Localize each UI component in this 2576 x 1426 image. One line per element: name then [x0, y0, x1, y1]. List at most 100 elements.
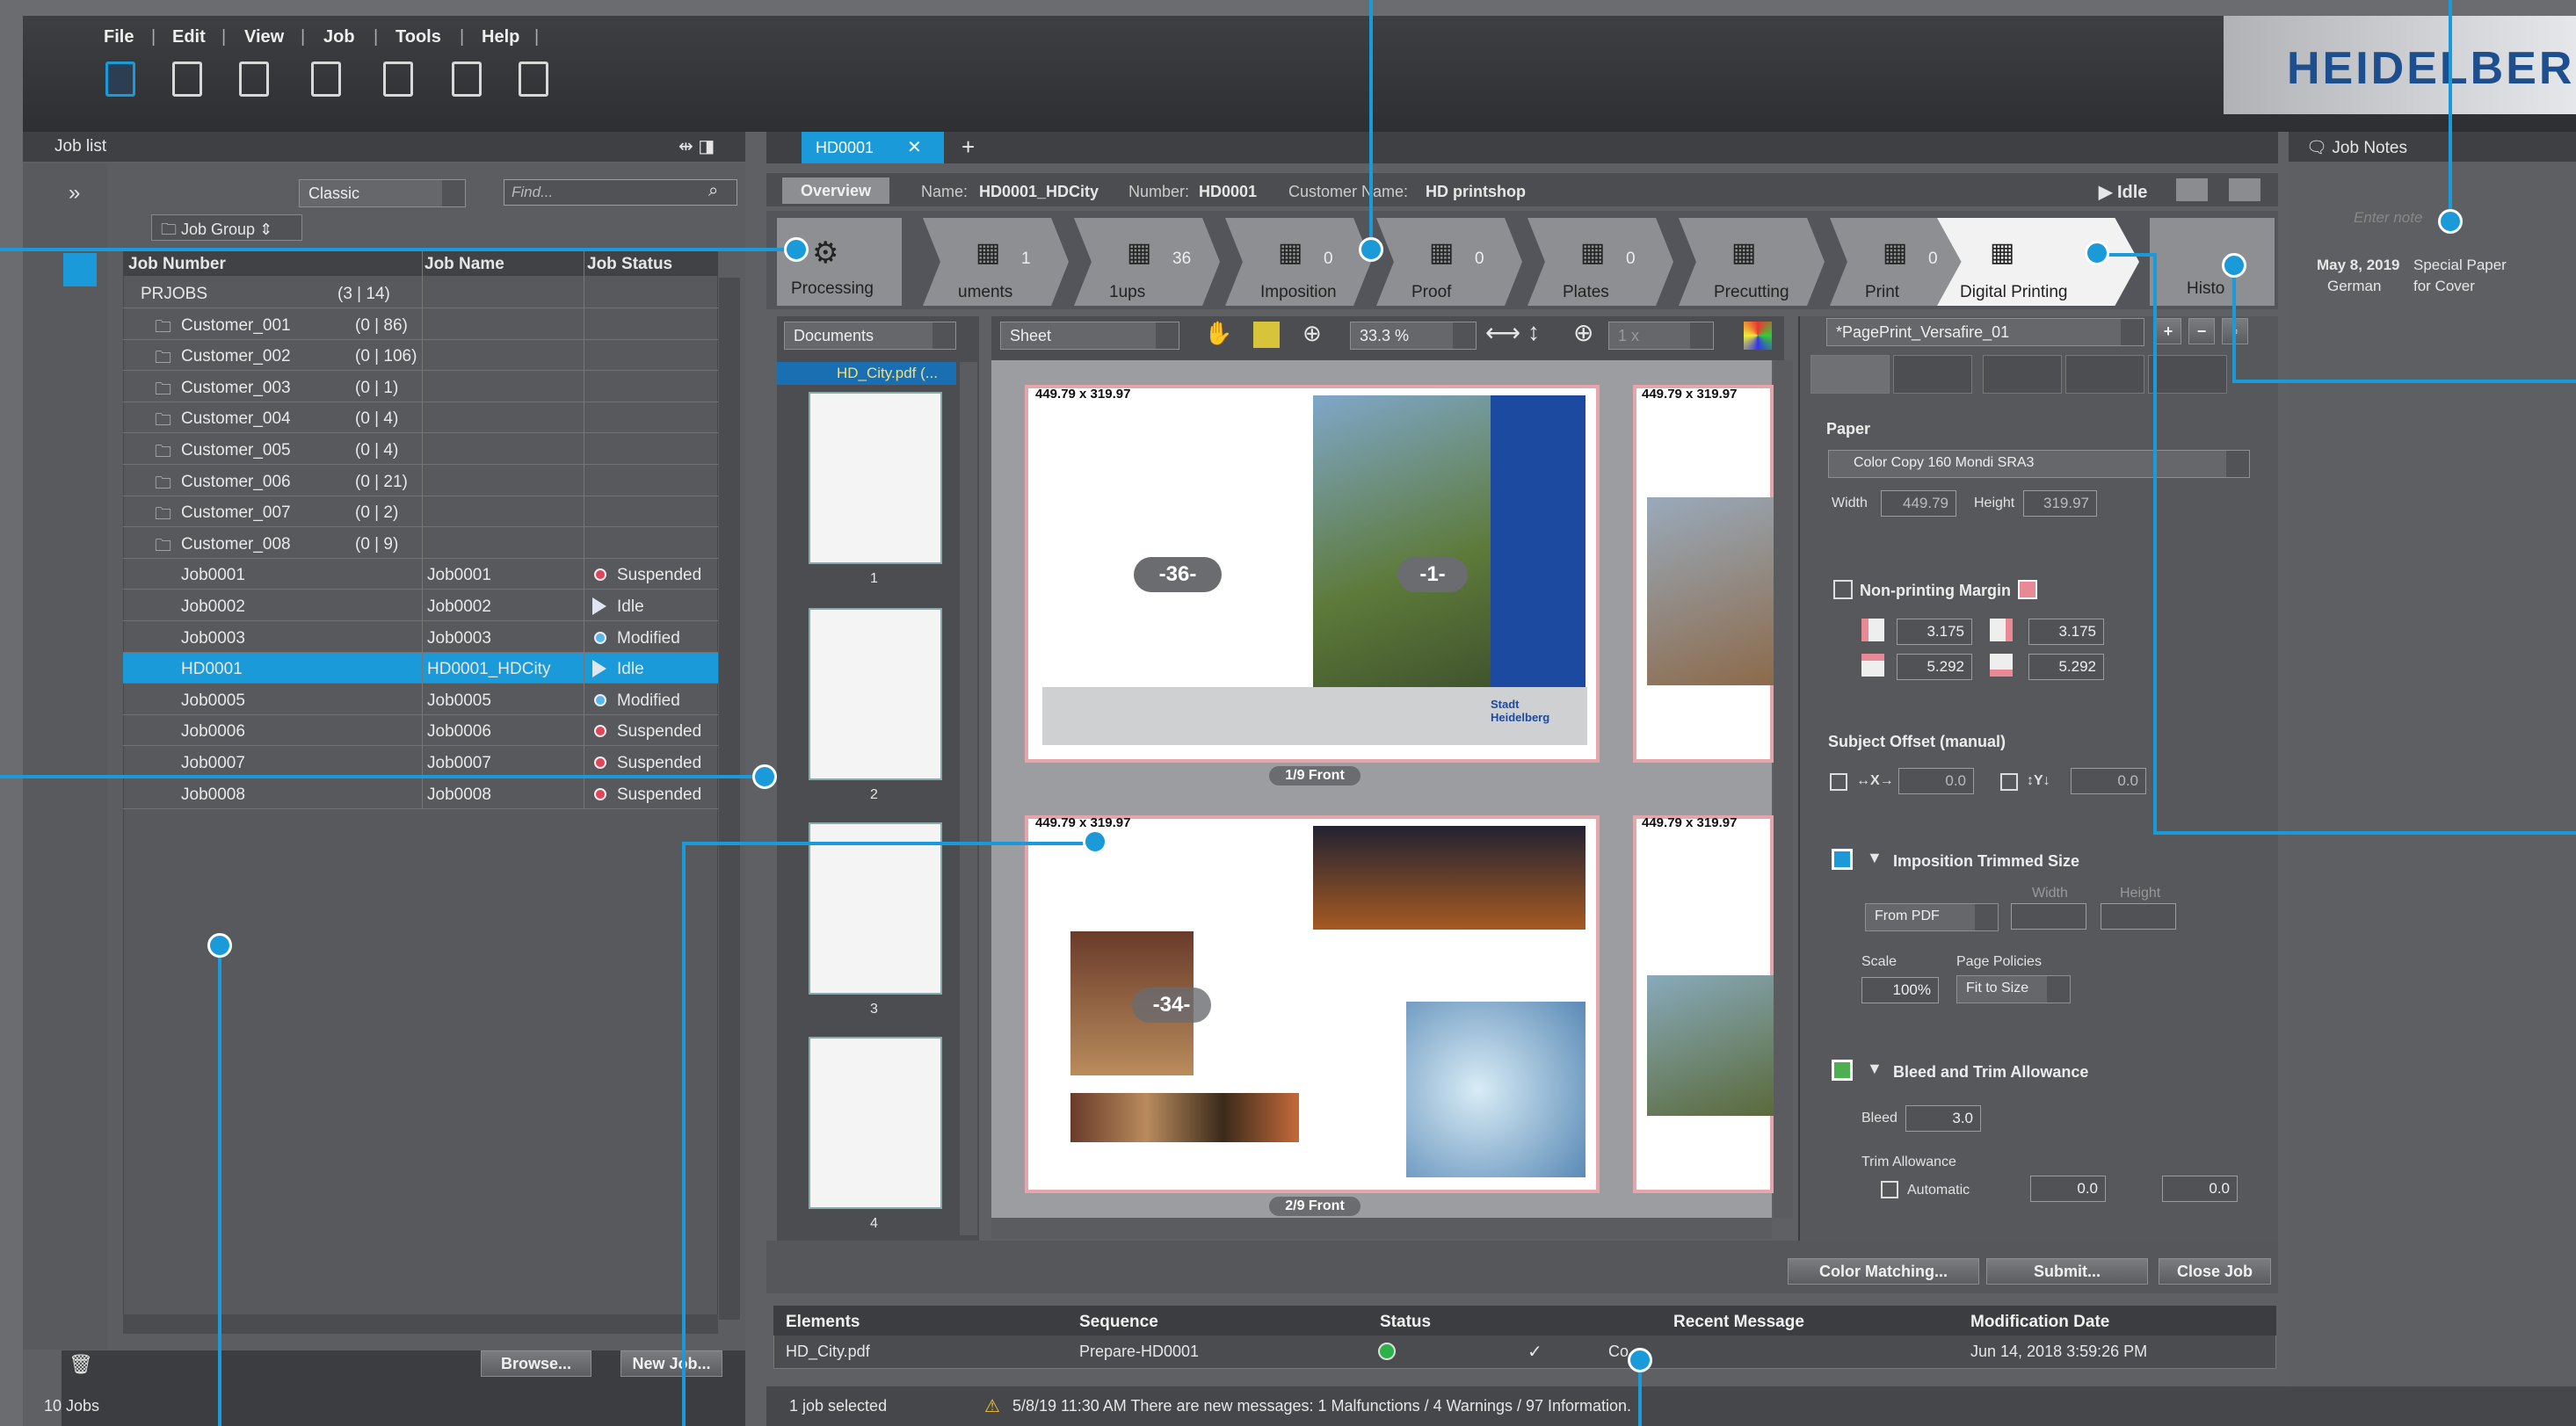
remove-preset-button[interactable]: −	[2188, 318, 2215, 344]
trim-width-field[interactable]	[2011, 903, 2086, 930]
offset-x-checkbox[interactable]	[1830, 773, 1847, 791]
margin-bottom-field[interactable]: 5.292	[2028, 654, 2104, 680]
printer-settings-icon[interactable]	[311, 62, 341, 97]
tab-output-icon[interactable]	[2148, 355, 2227, 394]
menu-help[interactable]: Help	[482, 27, 519, 47]
color-separations-icon[interactable]	[1744, 322, 1772, 350]
bleed-expand-icon[interactable]: ▼	[1867, 1060, 1883, 1078]
menu-job[interactable]: Job	[323, 27, 355, 47]
job-list-view-icon[interactable]	[105, 62, 135, 97]
trash-icon[interactable]: 🗑	[69, 1353, 93, 1376]
page-thumbnail-1[interactable]	[809, 392, 942, 564]
color-matching-button[interactable]: Color Matching...	[1788, 1258, 1979, 1285]
col-sequence[interactable]: Sequence	[1079, 1313, 1158, 1341]
tab-color-icon[interactable]	[2065, 355, 2144, 394]
overview-button[interactable]: Overview	[782, 177, 889, 204]
job-group-row-prjobs[interactable]	[123, 278, 718, 308]
preset-dropdown[interactable]: *PagePrint_Versafire_01	[1826, 318, 2144, 346]
bleed-field[interactable]: 3.0	[1905, 1105, 1981, 1132]
documents-dropdown[interactable]: Documents	[784, 322, 956, 350]
margin-left-field[interactable]: 3.175	[1897, 619, 1972, 645]
copies-dropdown[interactable]: 1 x	[1608, 322, 1714, 350]
col-status[interactable]: Status	[1380, 1313, 1431, 1341]
browse-button[interactable]: Browse...	[481, 1350, 591, 1377]
documents-scrollbar[interactable]	[960, 362, 977, 1235]
customer-label: Customer_005	[181, 441, 291, 460]
viewer-hscroll[interactable]	[991, 1218, 1772, 1239]
viewer-vscroll[interactable]	[1774, 360, 1793, 1218]
tab-paper-icon[interactable]	[1810, 355, 1890, 394]
add-copy-icon[interactable]: ⊕	[1573, 318, 1593, 347]
page-thumbnail-4[interactable]	[809, 1037, 942, 1209]
trim-source-dropdown[interactable]: From PDF	[1865, 903, 1999, 931]
idle-icon	[592, 597, 606, 615]
note-input[interactable]: Enter note	[2354, 209, 2422, 227]
hand-tool-icon[interactable]: ✋	[1204, 320, 1232, 347]
scale-field[interactable]: 100%	[1861, 977, 1939, 1003]
start-button[interactable]	[2176, 178, 2208, 201]
add-preset-button[interactable]: +	[2155, 318, 2181, 344]
npm-collapse-toggle[interactable]	[1833, 580, 1853, 599]
offset-x-field[interactable]: 0.0	[1898, 768, 1974, 794]
menu-tools[interactable]: Tools	[395, 27, 441, 47]
menu-view[interactable]: View	[244, 27, 284, 47]
width-field[interactable]: 449.79	[1881, 490, 1956, 517]
expand-sidebar-icon[interactable]: »	[69, 181, 80, 206]
col-modification-date[interactable]: Modification Date	[1970, 1313, 2109, 1341]
page-policy-dropdown[interactable]: Fit to Size	[1956, 975, 2071, 1003]
fit-width-icon[interactable]: ⟷	[1485, 318, 1520, 347]
document-icon[interactable]	[452, 62, 482, 97]
bleed-toggle[interactable]	[1832, 1060, 1853, 1081]
zoom-icon[interactable]: ⊕	[1303, 320, 1322, 347]
close-job-button[interactable]: Close Job	[2159, 1258, 2271, 1285]
element-file[interactable]: HD_City.pdf	[786, 1343, 870, 1361]
height-field[interactable]: 319.97	[2023, 490, 2097, 517]
page-thumbnail-2[interactable]	[809, 608, 942, 780]
paper-title: Paper	[1826, 420, 1871, 438]
offset-y-checkbox[interactable]	[2000, 773, 2018, 791]
col-job-number[interactable]: Job Number	[128, 255, 226, 274]
tab-marks-icon[interactable]	[1983, 355, 2062, 394]
zoom-dropdown[interactable]: 33.3 %	[1350, 322, 1477, 350]
job-grid-scrollbar[interactable]	[719, 278, 740, 1320]
new-job-button[interactable]: New Job...	[620, 1350, 722, 1377]
col-elements[interactable]: Elements	[786, 1313, 860, 1341]
report-icon[interactable]	[519, 62, 548, 97]
col-job-status[interactable]: Job Status	[587, 255, 672, 274]
margin-right-field[interactable]: 3.175	[2028, 619, 2104, 645]
stop-button[interactable]	[2229, 178, 2260, 201]
npm-link-icon[interactable]	[2018, 580, 2037, 599]
page-thumbnail-3[interactable]	[809, 822, 942, 995]
offset-y-field[interactable]: 0.0	[2071, 768, 2146, 794]
find-input[interactable]: Find...	[504, 179, 737, 206]
menu-edit[interactable]: Edit	[172, 27, 206, 47]
view-dropdown[interactable]: Classic	[299, 179, 466, 207]
job-list-sidebar-icon[interactable]	[63, 253, 97, 286]
job-grid-hscroll[interactable]	[123, 1314, 718, 1334]
col-recent-message[interactable]: Recent Message	[1673, 1313, 1804, 1341]
fit-height-icon[interactable]: ↕	[1527, 318, 1540, 346]
trim-allowance-vertical-field[interactable]: 0.0	[2030, 1176, 2106, 1202]
tab-layout-icon[interactable]	[1893, 355, 1972, 394]
trim-allowance-horizontal-field[interactable]: 0.0	[2162, 1176, 2238, 1202]
close-tab-icon[interactable]: ✕	[907, 136, 922, 158]
automatic-checkbox[interactable]	[1881, 1181, 1898, 1198]
panel-collapse-icon[interactable]: ⇹ ◨	[678, 135, 715, 157]
paper-dropdown[interactable]: Color Copy 160 Mondi SRA3	[1828, 450, 2250, 478]
trim-size-toggle[interactable]	[1832, 849, 1853, 870]
new-job-icon[interactable]	[172, 62, 202, 97]
margin-top-field[interactable]: 5.292	[1897, 654, 1972, 680]
view-mode-dropdown[interactable]: Sheet	[1000, 322, 1179, 350]
add-tab-icon[interactable]: +	[961, 134, 975, 161]
trim-expand-icon[interactable]: ▼	[1867, 849, 1883, 867]
imposition-template-icon[interactable]	[383, 62, 413, 97]
status-message[interactable]: 5/8/19 11:30 AM There are new messages: …	[1012, 1397, 1631, 1415]
job-settings-icon[interactable]	[239, 62, 269, 97]
bleed-title: Bleed and Trim Allowance	[1893, 1063, 2089, 1081]
submit-button[interactable]: Submit...	[1986, 1258, 2148, 1285]
highlight-tool-icon[interactable]	[1253, 322, 1280, 348]
job-group-dropdown[interactable]: 🗀 Job Group ⇕	[151, 214, 302, 241]
col-job-name[interactable]: Job Name	[424, 255, 504, 274]
trim-height-field[interactable]	[2101, 903, 2176, 930]
menu-file[interactable]: File	[104, 27, 134, 47]
